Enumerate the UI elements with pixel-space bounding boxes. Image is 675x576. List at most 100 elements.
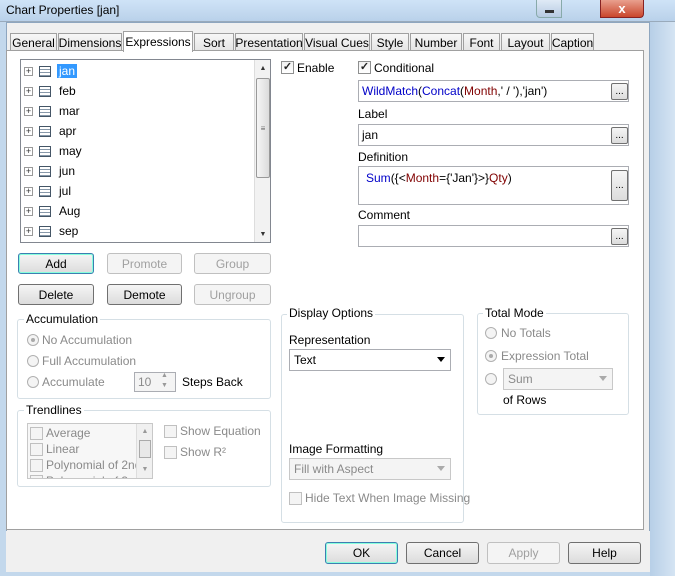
expand-icon[interactable]: + <box>24 146 33 156</box>
expand-icon[interactable]: + <box>24 206 33 216</box>
scroll-thumb[interactable] <box>139 440 151 458</box>
expressions-scrollbar[interactable]: ▲ ≡ ▼ <box>254 60 270 242</box>
expression-item[interactable]: + Aug <box>21 202 251 220</box>
ungroup-button[interactable]: Ungroup <box>194 284 271 305</box>
no-totals-label: No Totals <box>501 326 551 340</box>
expression-label: mar <box>59 104 80 118</box>
trendline-checkbox[interactable] <box>30 427 43 441</box>
apply-button[interactable]: Apply <box>487 542 560 564</box>
steps-spinner[interactable]: 10 ▲ ▼ <box>134 372 176 392</box>
scroll-down-icon[interactable]: ▼ <box>137 462 152 476</box>
expressions-tree[interactable]: + jan + feb + mar + apr + may + jun + jul + Aug + sep <box>20 59 271 243</box>
scroll-down-icon[interactable]: ▼ <box>255 226 271 242</box>
hide-text-checkbox[interactable] <box>289 492 302 505</box>
conditional-expression-field[interactable]: WildMatch(Concat(Month,' / '),'jan') <box>358 80 629 102</box>
expression-item[interactable]: + feb <box>21 82 251 100</box>
expression-label: Aug <box>59 204 81 218</box>
expression-total-radio[interactable] <box>485 350 497 362</box>
expand-icon[interactable]: + <box>24 166 33 176</box>
no-totals-radio[interactable] <box>485 327 497 339</box>
expand-icon[interactable]: + <box>24 106 33 116</box>
expression-item[interactable]: + apr <box>21 122 251 140</box>
definition-field[interactable]: Sum({<Month={'Jan'}>}Qty) <box>358 166 629 205</box>
label-edit-button[interactable]: ... <box>611 127 628 144</box>
cancel-button[interactable]: Cancel <box>406 542 479 564</box>
expression-item[interactable]: + jan <box>21 62 251 80</box>
steps-back-label: Steps Back <box>182 375 243 389</box>
hide-text-label: Hide Text When Image Missing <box>305 491 471 505</box>
promote-button[interactable]: Promote <box>107 253 182 274</box>
expression-label: feb <box>59 84 76 98</box>
sum-of-rows-radio[interactable] <box>485 373 497 385</box>
expression-icon <box>39 65 51 77</box>
close-icon: x <box>618 1 626 16</box>
sum-select[interactable]: Sum <box>503 368 613 390</box>
expression-icon <box>39 225 51 237</box>
expression-label: apr <box>59 124 77 138</box>
expression-label: jul <box>59 184 72 198</box>
expression-token: Sum <box>366 171 391 185</box>
conditional-edit-button[interactable]: ... <box>611 83 628 100</box>
expand-icon[interactable]: + <box>24 66 33 76</box>
trendline-item[interactable]: Average <box>30 426 136 442</box>
group-button[interactable]: Group <box>194 253 271 274</box>
expand-icon[interactable]: + <box>24 226 33 236</box>
comment-field[interactable] <box>358 225 629 247</box>
trendline-item[interactable]: Polynomial of 3rd d <box>30 474 136 478</box>
trendline-checkbox[interactable] <box>30 459 43 473</box>
close-button[interactable]: x <box>600 0 644 18</box>
window-title: Chart Properties [jan] <box>6 3 120 17</box>
expression-item[interactable]: + jun <box>21 162 251 180</box>
help-button[interactable]: Help <box>568 542 641 564</box>
display-options-title: Display Options <box>287 306 376 320</box>
delete-button[interactable]: Delete <box>18 284 94 305</box>
image-formatting-label: Image Formatting <box>289 442 384 456</box>
definition-edit-button[interactable]: ... <box>611 170 628 201</box>
conditional-checkbox[interactable]: ✓ <box>358 61 371 74</box>
expression-item[interactable]: + sep <box>21 222 251 240</box>
scroll-up-icon[interactable]: ▲ <box>255 60 271 76</box>
representation-select[interactable]: Text <box>289 349 451 371</box>
expand-icon[interactable]: + <box>24 86 33 96</box>
trendline-checkbox[interactable] <box>30 475 43 478</box>
conditional-expression-text: WildMatch(Concat(Month,' / '),'jan') <box>362 84 547 98</box>
accumulate-radio[interactable] <box>27 376 39 388</box>
enable-checkbox[interactable]: ✓ <box>281 61 294 74</box>
minimize-button[interactable] <box>536 0 562 18</box>
expression-token: WildMatch <box>362 84 419 98</box>
trendline-label: Linear <box>46 442 80 456</box>
expression-icon <box>39 185 51 197</box>
expression-item[interactable]: + jul <box>21 182 251 200</box>
expression-token: ,' / '),'jan') <box>497 84 548 98</box>
no-accumulation-radio[interactable] <box>27 334 39 346</box>
expression-token: Month <box>464 84 498 98</box>
demote-button[interactable]: Demote <box>107 284 182 305</box>
show-equation-label: Show Equation <box>180 424 261 438</box>
show-r2-checkbox[interactable] <box>164 446 177 459</box>
spin-down-icon[interactable]: ▼ <box>161 382 168 389</box>
expand-icon[interactable]: + <box>24 126 33 136</box>
ok-button[interactable]: OK <box>325 542 398 564</box>
show-equation-checkbox[interactable] <box>164 425 177 438</box>
spin-up-icon[interactable]: ▲ <box>161 372 168 379</box>
expand-icon[interactable]: + <box>24 186 33 196</box>
trendline-item[interactable]: Polynomial of 2nd d <box>30 458 136 474</box>
add-button[interactable]: Add <box>18 253 94 274</box>
expression-token: ) <box>507 171 512 185</box>
of-rows-label: of Rows <box>503 393 547 407</box>
trendlines-list[interactable]: Average Linear Polynomial of 2nd d Polynomi… <box>27 423 153 479</box>
trendline-checkbox[interactable] <box>30 443 43 457</box>
steps-value: 10 <box>138 375 152 389</box>
comment-edit-button[interactable]: ... <box>611 228 628 245</box>
tab-expressions[interactable]: Expressions <box>123 31 193 52</box>
expression-item[interactable]: + mar <box>21 102 251 120</box>
label-field[interactable]: jan <box>358 124 629 146</box>
scroll-thumb[interactable]: ≡ <box>256 78 270 178</box>
expression-item[interactable]: + may <box>21 142 251 160</box>
scroll-up-icon[interactable]: ▲ <box>137 424 152 438</box>
full-accumulation-radio[interactable] <box>27 355 39 367</box>
trendlines-scrollbar[interactable]: ▲ ▼ <box>136 424 152 478</box>
minimize-icon <box>544 10 554 13</box>
image-formatting-select[interactable]: Fill with Aspect <box>289 458 451 480</box>
trendline-item[interactable]: Linear <box>30 442 136 458</box>
